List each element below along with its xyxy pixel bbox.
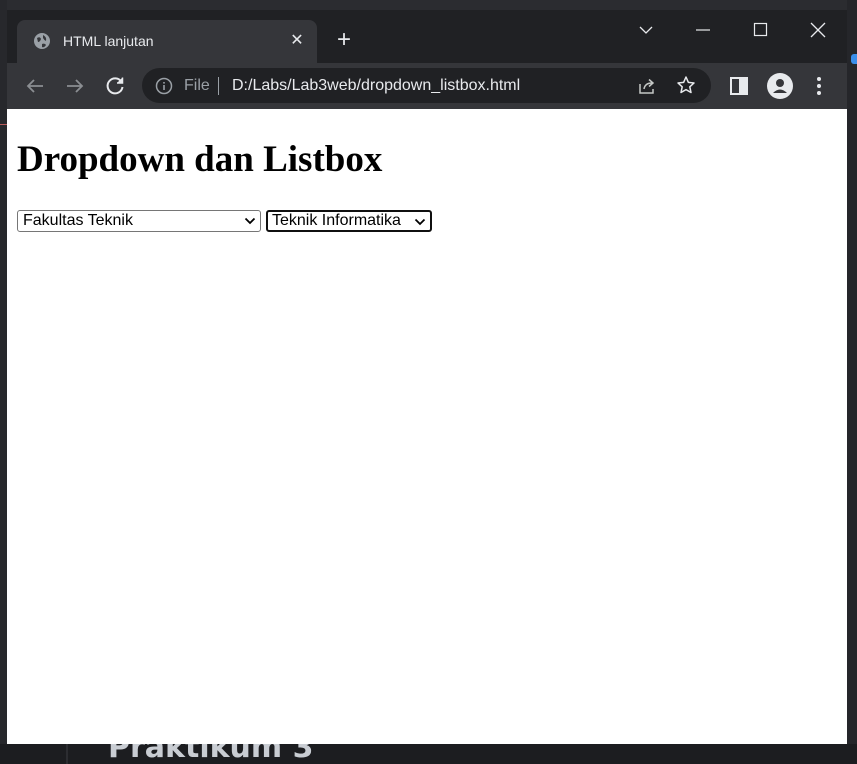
chevron-down-icon <box>244 217 256 225</box>
maximize-icon[interactable] <box>745 18 775 42</box>
url-text[interactable]: D:/Labs/Lab3web/dropdown_listbox.html <box>232 77 520 95</box>
close-icon[interactable]: ✕ <box>287 31 307 51</box>
tab-strip: HTML lanjutan ✕ + <box>7 10 847 63</box>
info-icon[interactable] <box>155 77 173 95</box>
minimize-icon[interactable] <box>688 18 718 42</box>
star-icon[interactable] <box>676 75 696 95</box>
background-heading-text: Praktikum 3 <box>108 744 314 764</box>
background-divider <box>66 744 68 764</box>
background-right-edge <box>847 0 857 764</box>
chevron-down-icon <box>414 218 426 226</box>
plus-icon[interactable]: + <box>333 28 355 52</box>
major-select-value: Teknik Informatika <box>272 212 401 229</box>
tab-search-icon[interactable] <box>631 18 661 42</box>
background-editor: Praktikum 3 <box>0 744 857 764</box>
background-left-line <box>0 124 7 125</box>
arrow-left-icon[interactable] <box>23 74 47 98</box>
background-top-strip <box>0 0 857 10</box>
faculty-select-value: Fakultas Teknik <box>23 212 133 229</box>
major-select[interactable]: Teknik Informatika <box>266 210 432 232</box>
arrow-right-icon[interactable] <box>63 74 87 98</box>
close-icon[interactable] <box>803 18 833 42</box>
address-bar[interactable]: File D:/Labs/Lab3web/dropdown_listbox.ht… <box>142 68 711 103</box>
url-scheme-label: File <box>184 77 210 94</box>
kebab-menu-icon[interactable] <box>807 74 831 98</box>
profile-avatar-icon[interactable] <box>767 73 793 99</box>
browser-window: HTML lanjutan ✕ + File D:/Labs/Lab3web/d… <box>7 10 847 744</box>
page-title: Dropdown dan Listbox <box>17 139 383 180</box>
omnibox-separator <box>218 77 219 95</box>
tab-title: HTML lanjutan <box>63 33 154 49</box>
background-left-edge <box>0 0 7 764</box>
page-viewport: Dropdown dan Listbox Fakultas Teknik Tek… <box>7 109 847 744</box>
globe-icon <box>34 33 50 49</box>
faculty-select[interactable]: Fakultas Teknik <box>17 210 261 232</box>
side-panel-icon[interactable] <box>727 74 751 98</box>
browser-toolbar: File D:/Labs/Lab3web/dropdown_listbox.ht… <box>7 63 847 109</box>
background-left-accent <box>0 14 6 36</box>
share-icon[interactable] <box>637 76 657 96</box>
reload-icon[interactable] <box>103 74 127 98</box>
background-right-badge <box>851 54 857 64</box>
tab-active[interactable]: HTML lanjutan ✕ <box>17 20 317 63</box>
